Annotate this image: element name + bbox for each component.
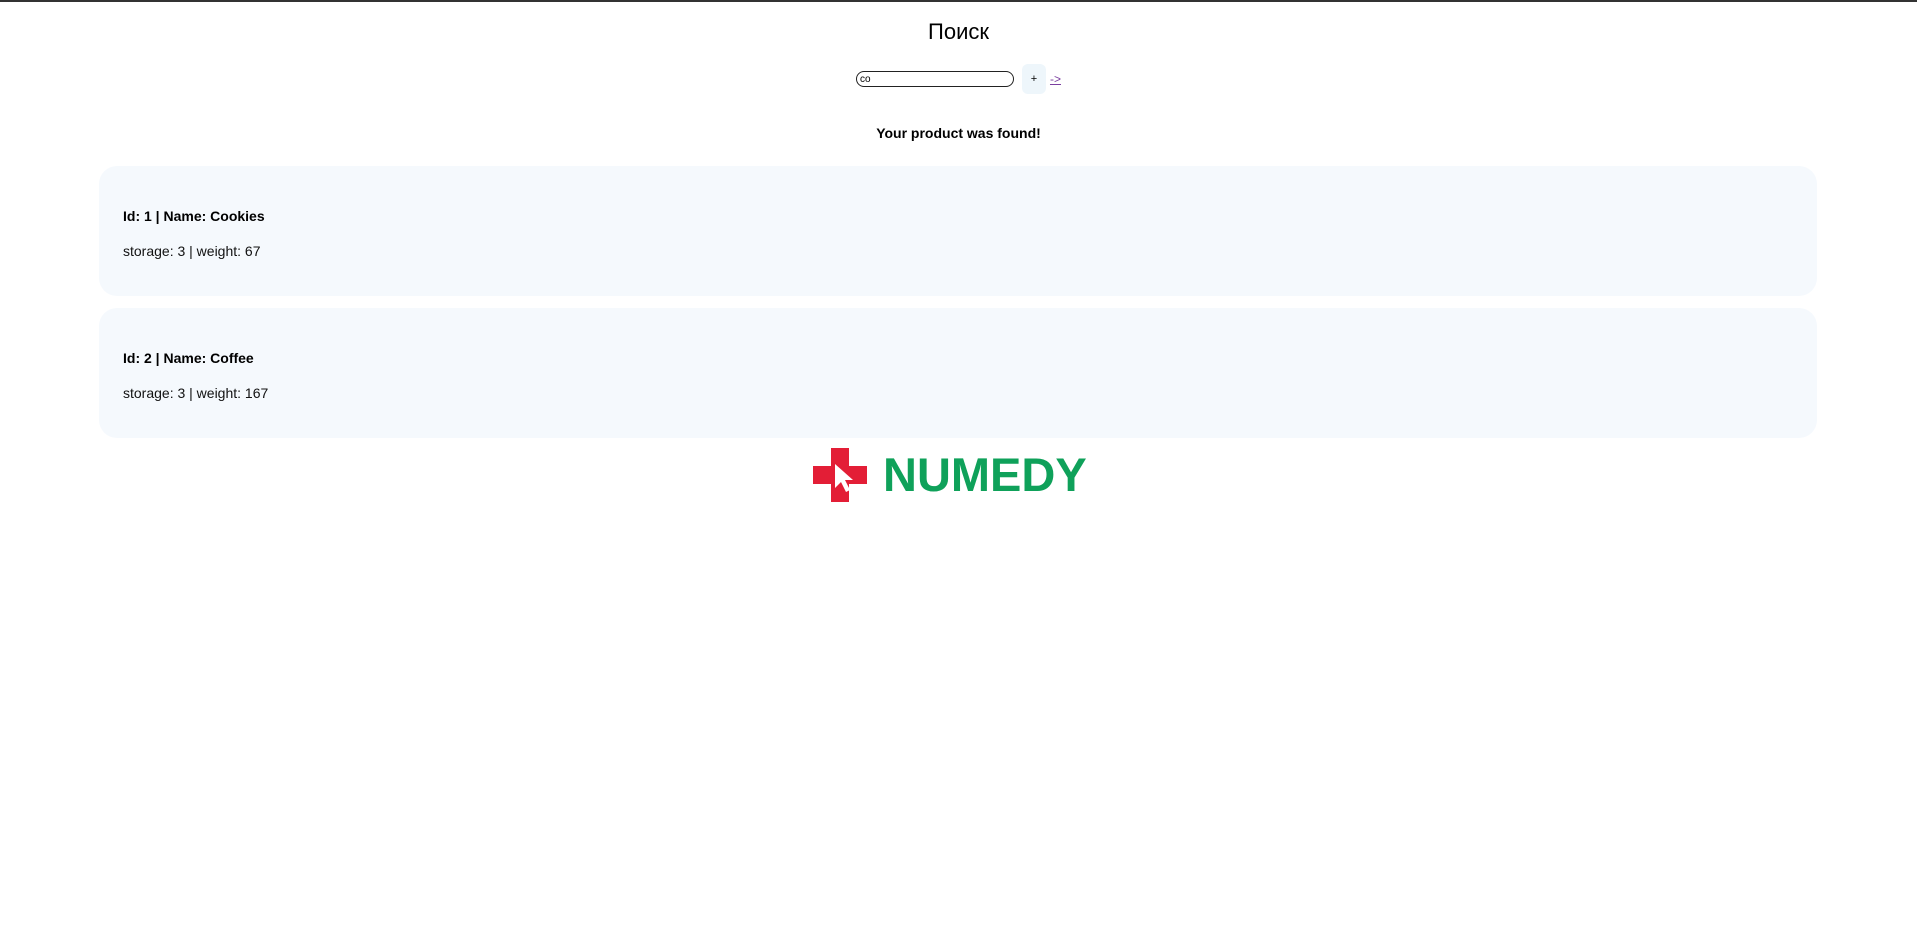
search-bar: + -> <box>0 64 1917 94</box>
product-card: Id: 1 | Name: Cookies storage: 3 | weigh… <box>99 166 1817 296</box>
product-title: Id: 2 | Name: Coffee <box>123 350 254 366</box>
product-details: storage: 3 | weight: 167 <box>123 385 269 401</box>
product-title: Id: 1 | Name: Cookies <box>123 208 265 224</box>
top-border <box>0 0 1917 2</box>
red-cross-cursor-icon <box>813 448 867 502</box>
results-list: Id: 1 | Name: Cookies storage: 3 | weigh… <box>99 166 1817 450</box>
page-title: Поиск <box>928 19 989 44</box>
logo-text: NUMEDY <box>883 448 1087 501</box>
product-card: Id: 2 | Name: Coffee storage: 3 | weight… <box>99 308 1817 438</box>
next-link[interactable]: -> <box>1050 72 1061 86</box>
product-details: storage: 3 | weight: 67 <box>123 243 261 259</box>
add-button[interactable]: + <box>1021 64 1046 94</box>
search-input[interactable] <box>855 71 1014 87</box>
status-message: Your product was found! <box>876 125 1041 141</box>
numedy-logo: NUMEDY <box>813 447 1103 503</box>
